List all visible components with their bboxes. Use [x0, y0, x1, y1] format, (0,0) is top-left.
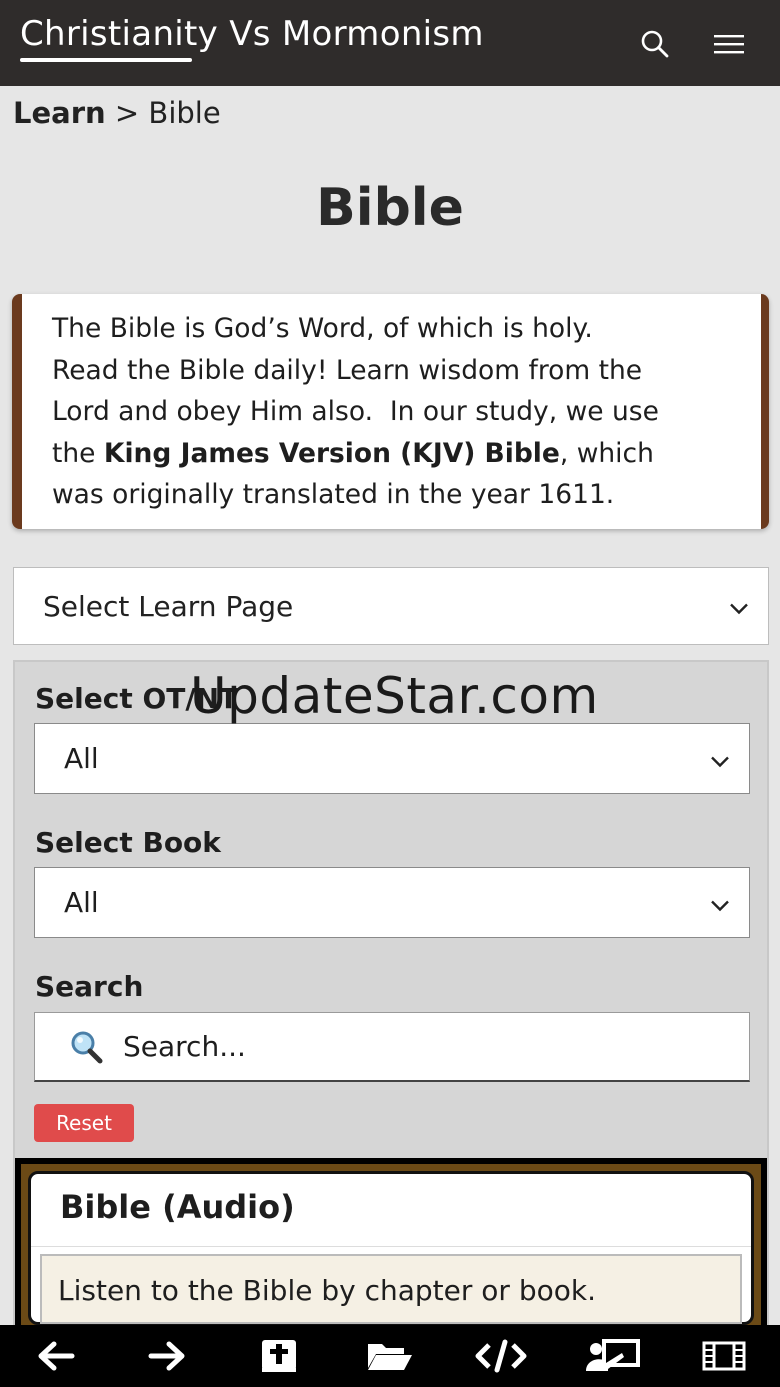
filter-panel: Select OT/NT All Select Book All Search … — [13, 660, 769, 1338]
reset-button[interactable]: Reset — [34, 1104, 134, 1142]
magnifying-glass-icon — [69, 1030, 103, 1064]
search-icon[interactable] — [635, 24, 675, 64]
intro-line-4-end: , which — [559, 437, 654, 469]
bible-audio-title[interactable]: Bible (Audio) — [60, 1188, 295, 1226]
card-divider — [31, 1246, 751, 1247]
bible-audio-card-frame: Bible (Audio) Listen to the Bible by cha… — [15, 1158, 767, 1338]
forward-arrow-icon[interactable] — [139, 1333, 195, 1379]
watermark-text: UpdateStar.com — [190, 667, 599, 725]
select-testament-dropdown[interactable]: All — [34, 723, 750, 794]
intro-line-1: The Bible is God’s Word, of which is hol… — [52, 313, 593, 344]
chevron-down-icon — [709, 886, 731, 919]
intro-line-2: Read the Bible daily! Learn wisdom from … — [52, 354, 643, 386]
hamburger-menu-icon[interactable] — [709, 24, 749, 64]
presentation-icon[interactable] — [585, 1333, 641, 1379]
intro-line-4-start: the — [52, 437, 104, 469]
bible-audio-card[interactable]: Bible (Audio) Listen to the Bible by cha… — [28, 1171, 754, 1325]
select-learn-page-dropdown[interactable]: Select Learn Page — [13, 567, 769, 645]
chevron-down-icon — [728, 590, 750, 623]
intro-line-5: was originally translated in the year 16… — [52, 479, 615, 510]
select-testament-value: All — [64, 742, 99, 775]
breadcrumb-separator: > — [114, 96, 140, 130]
chevron-down-icon — [709, 742, 731, 775]
search-placeholder: Search... — [123, 1030, 246, 1063]
intro-card: The Bible is God’s Word, of which is hol… — [12, 294, 769, 529]
intro-line-3: Lord and obey Him also. In our study, we… — [52, 396, 659, 427]
select-learn-page-value: Select Learn Page — [43, 589, 294, 623]
bible-cross-icon[interactable] — [251, 1333, 307, 1379]
breadcrumb-learn-link[interactable]: Learn — [13, 96, 106, 130]
search-input[interactable]: Search... — [34, 1012, 750, 1082]
bible-audio-description: Listen to the Bible by chapter or book. — [40, 1254, 742, 1324]
select-book-label: Select Book — [35, 826, 221, 859]
search-label: Search — [35, 970, 144, 1003]
top-header-bar: Christianity Vs Mormonism — [0, 0, 780, 86]
page-title: Bible — [316, 178, 464, 238]
site-title[interactable]: Christianity Vs Mormonism — [20, 14, 484, 54]
code-icon[interactable] — [473, 1333, 529, 1379]
bible-audio-card-border: Bible (Audio) Listen to the Bible by cha… — [21, 1164, 761, 1332]
kjv-bible-bold: King James Version (KJV) Bible — [103, 437, 560, 469]
select-book-value: All — [64, 886, 99, 919]
folder-open-icon[interactable] — [362, 1333, 418, 1379]
site-title-underline — [20, 58, 192, 62]
intro-line-4: the King James Version (KJV) Bible, whic… — [52, 433, 733, 475]
bottom-navigation-bar — [0, 1325, 780, 1387]
back-arrow-icon[interactable] — [28, 1333, 84, 1379]
film-icon[interactable] — [696, 1333, 752, 1379]
select-book-dropdown[interactable]: All — [34, 867, 750, 938]
breadcrumb: Learn > Bible — [13, 96, 221, 130]
breadcrumb-current: Bible — [148, 96, 221, 130]
